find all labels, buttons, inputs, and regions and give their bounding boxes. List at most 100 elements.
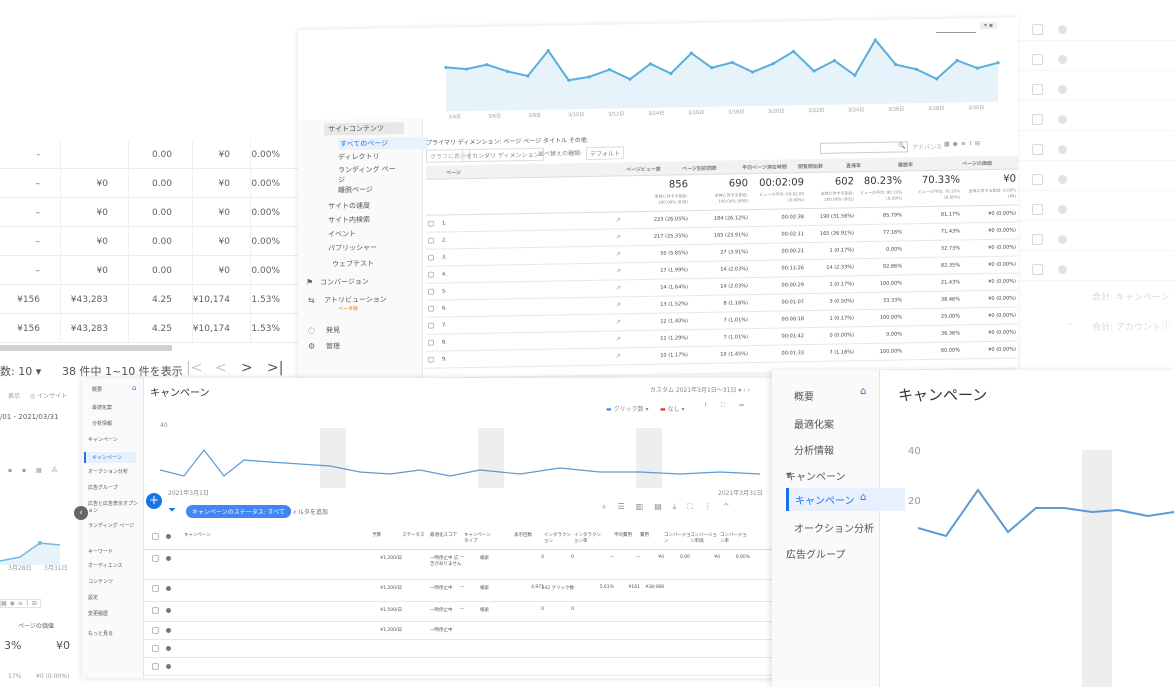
- row-checkbox[interactable]: [1032, 234, 1043, 245]
- link-icon[interactable]: ⇗: [616, 216, 621, 223]
- column-header[interactable]: 直帰率: [846, 162, 861, 169]
- horizontal-scrollbar[interactable]: [0, 345, 172, 351]
- help-icon[interactable]: ⓘ: [1162, 318, 1171, 331]
- nav-conversions[interactable]: コンバージョン: [320, 277, 369, 288]
- nav-campaigns-group[interactable]: キャンペーン: [786, 468, 846, 483]
- nav-recommendations[interactable]: 最適化案: [92, 404, 144, 411]
- row-checkbox[interactable]: [152, 645, 159, 652]
- column-header[interactable]: 閲覧開始数: [798, 163, 823, 170]
- link-icon[interactable]: ⇗: [616, 318, 621, 325]
- row-checkbox[interactable]: [428, 356, 434, 363]
- nav-change-history[interactable]: 変更履歴: [88, 610, 140, 617]
- status-filter-chip[interactable]: キャンペーンのステータス: すべて: [186, 505, 291, 518]
- column-header[interactable]: インタラクション: [544, 532, 574, 544]
- row-checkbox[interactable]: [1032, 174, 1043, 185]
- select-all-checkbox[interactable]: [152, 533, 159, 540]
- link-icon[interactable]: ⇗: [616, 267, 621, 274]
- column-header[interactable]: ページビュー数: [626, 166, 661, 174]
- column-header[interactable]: 表示回数: [514, 532, 544, 538]
- nav-site-speed[interactable]: サイトの速度: [328, 201, 370, 212]
- link-icon[interactable]: ⇗: [616, 301, 621, 308]
- link-icon[interactable]: ⇗: [616, 233, 621, 240]
- column-header[interactable]: コンバージョン単価: [690, 532, 720, 544]
- metric-select-clicks[interactable]: ▬ クリック数 ▾: [606, 404, 649, 413]
- options-button[interactable]: ▾ ▪: [980, 22, 997, 29]
- row-checkbox[interactable]: [152, 607, 159, 614]
- row-checkbox[interactable]: [1032, 24, 1043, 35]
- row-checkbox[interactable]: [152, 585, 159, 592]
- nav-attribution[interactable]: アトリビューション: [324, 294, 387, 305]
- metric-select-none[interactable]: ▬ なし ▾: [660, 404, 685, 413]
- nav-campaigns[interactable]: キャンペーン: [84, 452, 136, 463]
- nav-admin[interactable]: 管理: [326, 341, 340, 351]
- row-checkbox[interactable]: [428, 322, 434, 329]
- row-checkbox[interactable]: [428, 271, 434, 278]
- next-page-icon[interactable]: >: [241, 360, 253, 376]
- link-icon[interactable]: ⇗: [616, 352, 621, 359]
- nav-keywords[interactable]: キーワード: [88, 548, 140, 555]
- view-toggle-icons[interactable]: ▦◉≡⌇⊞: [0, 599, 41, 608]
- link-icon[interactable]: ⇗: [616, 250, 621, 257]
- add-campaign-button[interactable]: +: [146, 493, 162, 509]
- nav-experiments[interactable]: ウェブテスト: [332, 259, 374, 270]
- column-header[interactable]: ページの価値: [962, 160, 992, 168]
- column-header[interactable]: 離脱率: [898, 161, 913, 168]
- row-checkbox[interactable]: [1032, 54, 1043, 65]
- nav-insights[interactable]: 分析情報: [92, 420, 144, 427]
- chevron-down-icon[interactable]: ▾: [786, 470, 791, 481]
- nav-ad-groups[interactable]: 広告グループ: [88, 484, 140, 491]
- advanced-link[interactable]: アドバンス: [912, 142, 942, 152]
- row-checkbox[interactable]: [1032, 204, 1043, 215]
- column-header[interactable]: ステータス: [402, 532, 432, 538]
- row-checkbox[interactable]: [1032, 114, 1043, 125]
- sort-type-select[interactable]: デフォルト: [586, 146, 625, 160]
- column-header[interactable]: 予算: [372, 532, 402, 538]
- table-row[interactable]: [144, 658, 772, 676]
- column-header[interactable]: 最適化スコア: [430, 532, 460, 538]
- date-range-picker[interactable]: カスタム 2021年3月1日〜31日 ▾ ‹ ›: [650, 385, 750, 394]
- table-row[interactable]: ¥1,200/日 一時停止中 広告がありません — 検索 0 0— — ¥0 0.00 ¥0 0.0…: [144, 550, 772, 580]
- chart-type-icons[interactable]: ▪ ▪ ▦ ⁂: [8, 467, 62, 474]
- nav-insights[interactable]: 分析情報: [794, 442, 834, 457]
- row-checkbox[interactable]: [1032, 84, 1043, 95]
- nav-more[interactable]: もっと見る: [88, 630, 140, 637]
- column-header[interactable]: コンバージョン率: [720, 532, 750, 544]
- column-header[interactable]: 平均ページ滞在時間: [742, 163, 787, 171]
- nav-auction-insights[interactable]: オークション分析: [794, 520, 874, 535]
- column-header[interactable]: キャンペーン: [184, 532, 214, 538]
- nav-site-content[interactable]: サイトコンテンツ: [324, 122, 404, 136]
- filter-icon[interactable]: ⏷: [168, 505, 176, 516]
- nav-landing-pages[interactable]: ランディング ページ: [338, 164, 398, 185]
- date-range-label[interactable]: /01 - 2021/03/31: [0, 413, 59, 421]
- add-filter-button[interactable]: フィルタを追加: [286, 507, 328, 516]
- nav-site-search[interactable]: サイト内検索: [328, 215, 370, 226]
- row-checkbox[interactable]: [428, 237, 434, 244]
- row-checkbox[interactable]: [428, 254, 434, 261]
- chevron-right-icon[interactable]: ›: [786, 548, 790, 559]
- rows-per-page-select[interactable]: 数: 10 ▾: [0, 363, 41, 379]
- row-checkbox[interactable]: [428, 220, 434, 227]
- link-icon[interactable]: ⇗: [616, 335, 621, 342]
- view-toggle-icons[interactable]: ▦◉≡⌇⊞: [944, 140, 983, 148]
- nav-recommendations[interactable]: 最適化案: [794, 416, 834, 431]
- nav-auction-insights[interactable]: オークション分析: [88, 468, 140, 475]
- search-icon[interactable]: 🔍: [898, 142, 905, 149]
- column-header[interactable]: ページ: [446, 169, 461, 176]
- insights-label[interactable]: ◎ インサイト: [30, 391, 67, 400]
- last-page-icon[interactable]: >|: [267, 360, 283, 376]
- table-search-input[interactable]: [820, 141, 908, 154]
- table-row[interactable]: ¥1,200/日 一時停止中 — 検索 4,971 242 クリック数 5.61% ¥161 ¥…: [144, 580, 772, 602]
- home-icon[interactable]: ⌂: [132, 384, 136, 392]
- nav-directory[interactable]: ディレクトリ: [338, 152, 380, 163]
- table-row[interactable]: [144, 640, 772, 658]
- nav-campaigns[interactable]: キャンペーン: [786, 488, 905, 511]
- nav-campaigns-group[interactable]: キャンペーン: [88, 436, 140, 443]
- column-header[interactable]: インタラクション率: [574, 532, 604, 544]
- table-row[interactable]: ¥1,500/日 一時停止中 — 検索 0 0: [144, 602, 772, 622]
- home-icon[interactable]: ⌂: [860, 492, 866, 503]
- chart-tool-icons[interactable]: ⌇ ⛶ ⇔: [704, 402, 750, 410]
- row-checkbox[interactable]: [152, 555, 159, 562]
- nav-settings[interactable]: 設定: [88, 594, 140, 601]
- chevron-down-icon[interactable]: ⌄: [1066, 318, 1074, 328]
- link-icon[interactable]: ⇗: [616, 284, 621, 291]
